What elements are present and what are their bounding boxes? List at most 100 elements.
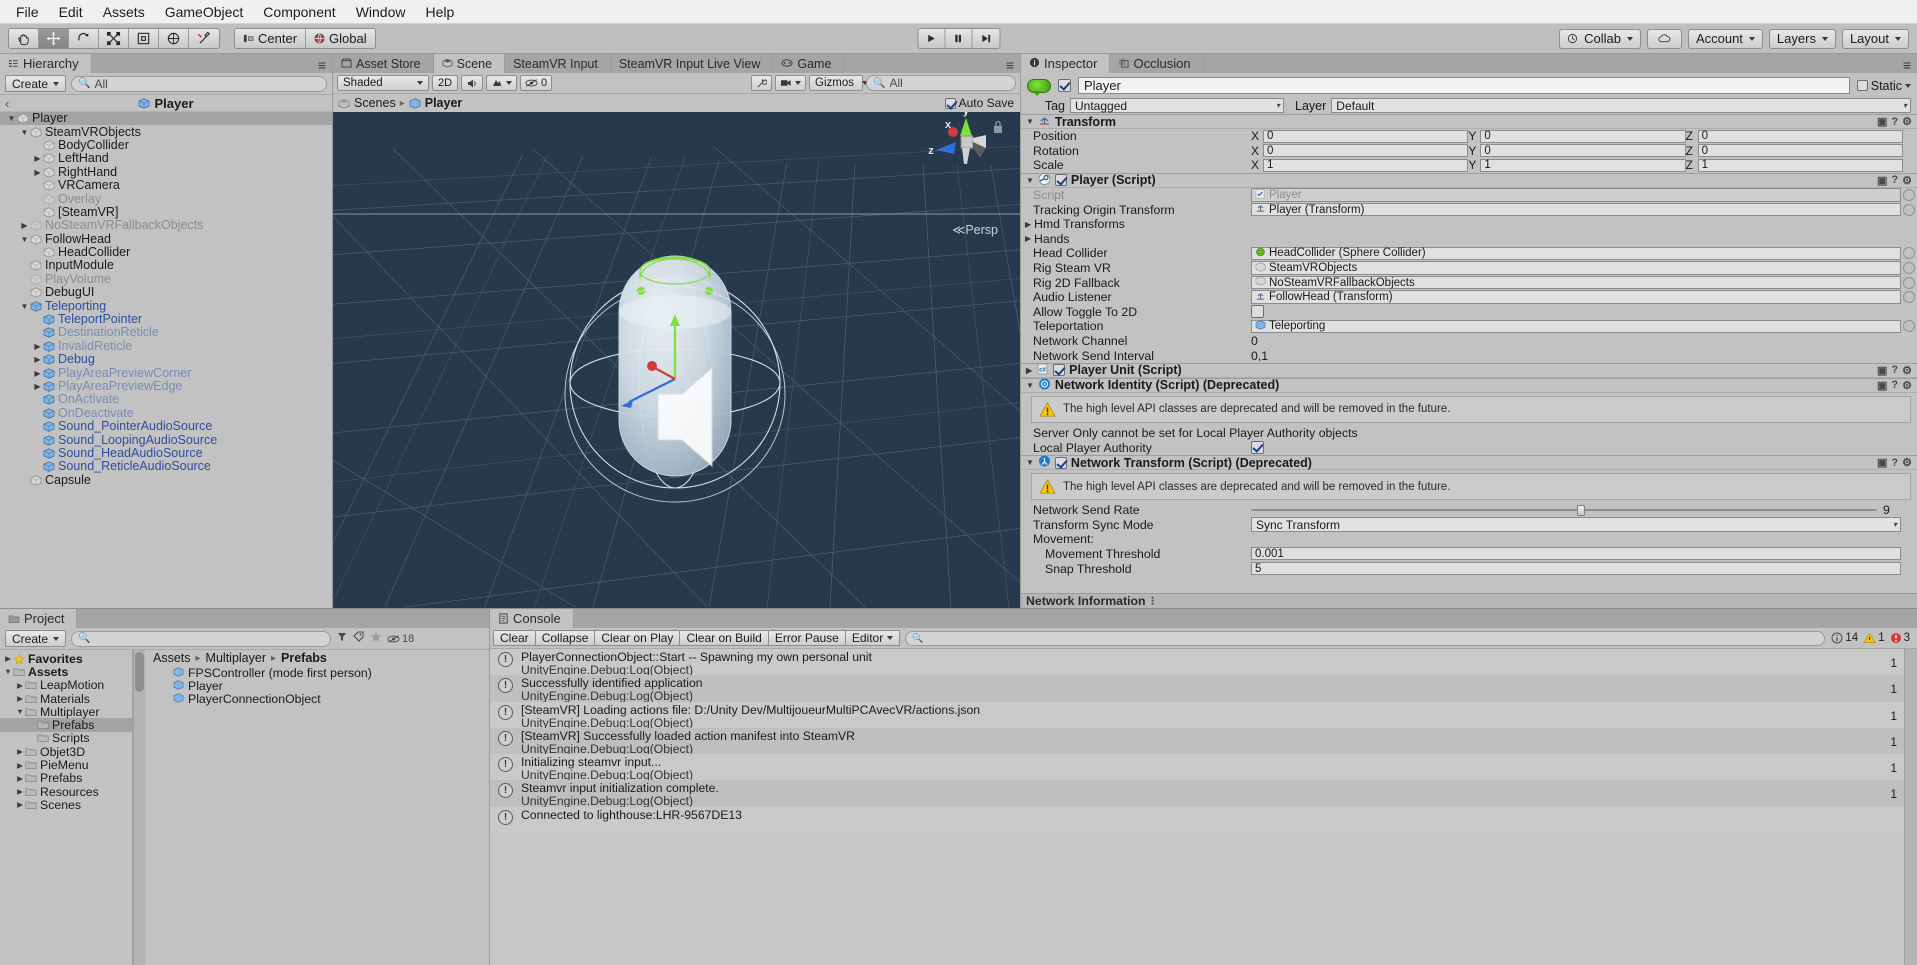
expand-arrow-right-icon[interactable]: ▶ bbox=[1025, 234, 1034, 243]
hierarchy-back-arrow[interactable]: ‹ bbox=[5, 96, 9, 111]
pause-button[interactable] bbox=[945, 29, 972, 48]
vector-y-field[interactable]: 0 bbox=[1480, 144, 1686, 158]
menu-component[interactable]: Component bbox=[253, 2, 345, 22]
object-reference-field[interactable]: Teleporting bbox=[1251, 319, 1915, 334]
disclosure-arrow-icon[interactable]: ▼ bbox=[3, 667, 13, 676]
property-number-field[interactable]: 5 bbox=[1251, 562, 1901, 576]
info-count[interactable]: 14 bbox=[1831, 632, 1858, 644]
disclosure-arrow-icon[interactable]: ▶ bbox=[15, 774, 25, 783]
hierarchy-item[interactable]: ▼ Player bbox=[0, 112, 332, 126]
object-picker-button[interactable] bbox=[1903, 247, 1915, 260]
tab-inspector[interactable]: i Inspector bbox=[1021, 54, 1111, 73]
project-folder-item[interactable]: ▼ Assets bbox=[0, 665, 132, 679]
tab-steamvr-input[interactable]: SteamVR Input bbox=[505, 54, 611, 73]
scene-gizmo-visibility[interactable]: 0 bbox=[520, 75, 553, 91]
vector-z-field[interactable]: 0 bbox=[1697, 129, 1903, 143]
tab-steamvr-input-live-view[interactable]: SteamVR Input Live View bbox=[610, 54, 774, 73]
hierarchy-search-input[interactable]: 🔍 All bbox=[71, 75, 327, 92]
property-checkbox[interactable] bbox=[1251, 305, 1264, 319]
account-button[interactable]: Account bbox=[1687, 28, 1763, 49]
disclosure-arrow-icon[interactable]: ▼ bbox=[19, 128, 30, 137]
vector-z-field[interactable]: 1 bbox=[1697, 158, 1903, 172]
filter-type-icon[interactable] bbox=[336, 631, 348, 646]
project-search-input[interactable]: 🔍 bbox=[71, 630, 332, 647]
scene-breadcrumb-object[interactable]: Player bbox=[425, 96, 463, 110]
asset-item[interactable]: Player bbox=[145, 679, 489, 693]
object-reference-field[interactable]: Player bbox=[1251, 188, 1915, 202]
disclosure-arrow-icon[interactable]: ▶ bbox=[32, 369, 43, 378]
tab-scene[interactable]: Scene bbox=[433, 54, 506, 73]
console-log-row[interactable]: ! [SteamVR] Loading actions file: D:/Uni… bbox=[490, 701, 1904, 729]
property-row-foldout[interactable]: ▶ Hands bbox=[1021, 232, 1917, 247]
scale-tool-button[interactable] bbox=[99, 29, 129, 48]
disclosure-arrow-icon[interactable]: ▶ bbox=[15, 747, 25, 756]
auto-save-checkbox[interactable] bbox=[944, 97, 956, 109]
project-folder-item[interactable]: ▶ Favorites bbox=[0, 652, 132, 666]
project-folder-item[interactable]: ▶ Scenes bbox=[0, 798, 132, 812]
component-menu-icon[interactable]: ⚙ bbox=[1902, 456, 1912, 469]
breadcrumb-item[interactable]: Multiplayer bbox=[206, 651, 266, 665]
rect-tool-button[interactable] bbox=[129, 29, 159, 48]
console-collapse-button[interactable]: Collapse bbox=[534, 630, 596, 646]
hierarchy-item[interactable]: HeadCollider bbox=[0, 246, 332, 259]
property-number-field[interactable]: 0.001 bbox=[1251, 547, 1901, 561]
object-enabled-checkbox[interactable] bbox=[1058, 79, 1071, 92]
hierarchy-item[interactable]: Sound_PointerAudioSource bbox=[0, 420, 332, 433]
hierarchy-item[interactable]: ▶ PlayAreaPreviewEdge bbox=[0, 380, 332, 393]
object-picker-button[interactable] bbox=[1903, 262, 1915, 275]
object-reference-field[interactable]: NoSteamVRFallbackObjects bbox=[1251, 275, 1915, 290]
project-folder-item[interactable]: ▶ Prefabs bbox=[0, 771, 132, 785]
disclosure-arrow-icon[interactable]: ▶ bbox=[32, 355, 43, 364]
tab-project[interactable]: Project bbox=[0, 609, 78, 628]
console-editor-dropdown[interactable]: Editor bbox=[844, 630, 901, 646]
scene-fx-dropdown[interactable] bbox=[486, 75, 517, 91]
layers-button[interactable]: Layers bbox=[1768, 28, 1836, 49]
component-enabled-checkbox[interactable] bbox=[1054, 174, 1067, 187]
pivot-rotation-button[interactable]: Global bbox=[306, 29, 375, 48]
disclosure-arrow-icon[interactable]: ▼ bbox=[15, 707, 25, 716]
console-error-pause-button[interactable]: Error Pause bbox=[767, 630, 846, 646]
component-help-icon[interactable]: ? bbox=[1891, 364, 1898, 376]
scene-breadcrumb-scenes[interactable]: Scenes bbox=[354, 96, 396, 110]
breadcrumb-item[interactable]: Assets bbox=[153, 651, 191, 665]
scene-view[interactable]: y x z ≪Per bbox=[333, 94, 1020, 608]
scene-camera-dropdown[interactable] bbox=[775, 75, 806, 91]
project-folder-item[interactable]: ▶ Materials bbox=[0, 692, 132, 706]
disclosure-arrow-icon[interactable]: ▼ bbox=[19, 302, 30, 311]
scene-tab-menu[interactable]: ≡ bbox=[1006, 57, 1020, 73]
hierarchy-item[interactable]: InputModule bbox=[0, 259, 332, 272]
console-search-input[interactable]: 🔍 bbox=[905, 630, 1826, 646]
move-tool-button[interactable] bbox=[39, 29, 69, 48]
static-toggle[interactable]: Static bbox=[1856, 79, 1911, 93]
object-name-field[interactable]: Player bbox=[1078, 77, 1850, 94]
component-help-icon[interactable]: ? bbox=[1891, 379, 1898, 391]
hierarchy-item[interactable]: PlayVolume bbox=[0, 272, 332, 286]
hierarchy-item[interactable]: DestinationReticle bbox=[0, 326, 332, 339]
hierarchy-item[interactable]: DebugUI bbox=[0, 286, 332, 299]
project-folder-item[interactable]: ▶ Objet3D bbox=[0, 745, 132, 759]
hierarchy-item[interactable]: ▶ Debug bbox=[0, 353, 332, 366]
vector-x-field[interactable]: 0 bbox=[1263, 144, 1469, 158]
disclosure-arrow-icon[interactable]: ▶ bbox=[32, 382, 43, 391]
object-picker-button[interactable] bbox=[1903, 189, 1915, 202]
network-information-footer[interactable]: Network Information ⁝ bbox=[1021, 593, 1917, 608]
scene-lighting-toggle[interactable] bbox=[751, 75, 772, 91]
layout-button[interactable]: Layout bbox=[1841, 28, 1909, 49]
hierarchy-item[interactable]: ▶ LeftHand bbox=[0, 152, 332, 165]
error-count[interactable]: 3 bbox=[1890, 632, 1910, 644]
project-folder-item[interactable]: ▼ Multiplayer bbox=[0, 705, 132, 719]
tab-occlusion[interactable]: Occlusion bbox=[1110, 54, 1204, 73]
hierarchy-item[interactable]: OnActivate bbox=[0, 393, 332, 406]
hierarchy-item[interactable]: ▶ NoSteamVRFallbackObjects bbox=[0, 219, 332, 232]
console-log-row[interactable]: ! [SteamVR] Successfully loaded action m… bbox=[490, 727, 1904, 755]
hierarchy-create-button[interactable]: Create bbox=[5, 75, 67, 92]
component-enabled-checkbox[interactable] bbox=[1053, 364, 1066, 377]
menu-file[interactable]: File bbox=[6, 2, 49, 22]
pivot-mode-button[interactable]: Center bbox=[235, 29, 307, 48]
console-log-row[interactable]: ! Initializing steamvr input... UnityEng… bbox=[490, 754, 1904, 782]
component-header-network-transform-script-deprecated[interactable]: ▼ Network Transform (Script) (Deprecated… bbox=[1021, 455, 1917, 470]
hierarchy-item[interactable]: ▶ RightHand bbox=[0, 165, 332, 179]
static-checkbox[interactable] bbox=[1856, 80, 1868, 91]
tab-console[interactable]: Console bbox=[490, 609, 574, 628]
component-menu-icon[interactable]: ⚙ bbox=[1902, 379, 1912, 392]
